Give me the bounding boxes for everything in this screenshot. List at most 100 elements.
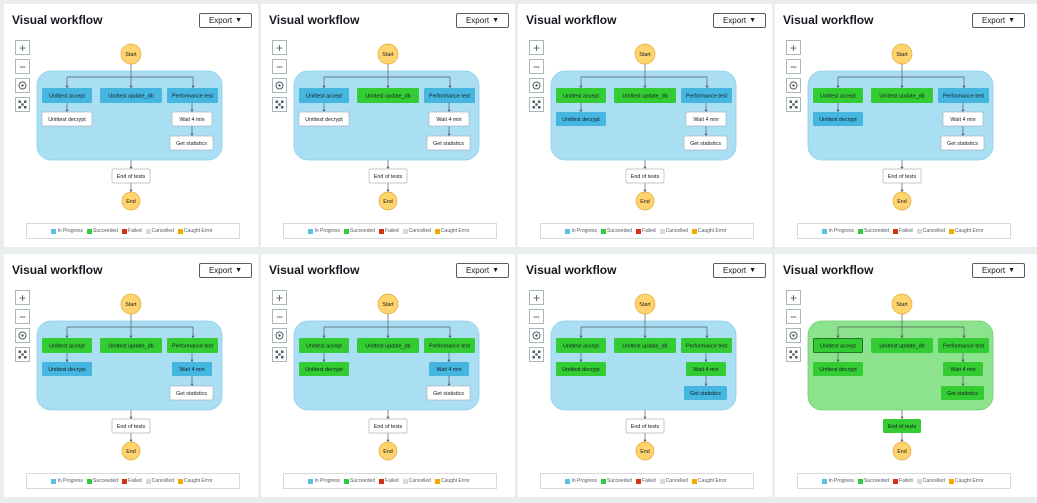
state-unittest-accept[interactable]: Unittest accept: [813, 88, 863, 103]
legend-label: Failed: [642, 478, 656, 484]
state-get-statistics[interactable]: Get statistics: [684, 386, 727, 400]
legend-swatch: [822, 228, 828, 234]
state-end-of-tests[interactable]: End of tests: [883, 419, 921, 433]
state-get-statistics[interactable]: Get statistics: [426, 385, 471, 401]
state-end-of-tests[interactable]: End of tests: [111, 418, 151, 434]
state-label: Unittest update_db: [622, 94, 667, 100]
start-node[interactable]: Start: [377, 293, 399, 315]
state-wait-4-min[interactable]: Wait 4 min: [686, 362, 726, 376]
legend-item: In Progress: [51, 228, 83, 234]
state-performance-test[interactable]: Performance test: [681, 88, 732, 103]
end-node[interactable]: End: [892, 441, 912, 461]
state-unittest-decrypt[interactable]: Unittest decrypt: [813, 362, 863, 376]
legend-item: In Progress: [822, 228, 854, 234]
legend-item: In Progress: [822, 478, 854, 484]
state-label: Unittest decrypt: [305, 117, 343, 123]
legend-item: Caught Error: [948, 478, 984, 484]
end-node[interactable]: End: [378, 191, 398, 211]
state-get-statistics[interactable]: Get statistics: [426, 135, 471, 151]
legend-item: Failed: [122, 478, 142, 484]
state-unittest-accept[interactable]: Unittest accept: [556, 88, 606, 103]
state-label: Wait 4 min: [179, 367, 204, 373]
state-unittest-decrypt[interactable]: Unittest decrypt: [813, 112, 863, 126]
end-label: End: [383, 449, 393, 455]
legend-swatch: [308, 478, 314, 484]
end-node[interactable]: End: [892, 191, 912, 211]
state-label: Unittest update_db: [879, 94, 924, 100]
workflow-graph: Start Unittest accept Unittest update_db Pe…: [293, 293, 480, 461]
state-unittest-update-db[interactable]: Unittest update_db: [614, 338, 676, 353]
start-node[interactable]: Start: [120, 293, 142, 315]
state-unittest-decrypt[interactable]: Unittest decrypt: [298, 111, 350, 127]
state-unittest-update-db[interactable]: Unittest update_db: [100, 338, 162, 353]
state-end-of-tests[interactable]: End of tests: [625, 168, 665, 184]
start-node[interactable]: Start: [120, 43, 142, 65]
end-node[interactable]: End: [635, 191, 655, 211]
state-get-statistics[interactable]: Get statistics: [169, 135, 214, 151]
state-end-of-tests[interactable]: End of tests: [368, 418, 408, 434]
state-unittest-update-db[interactable]: Unittest update_db: [357, 338, 419, 353]
state-label: Performance test: [686, 344, 728, 350]
state-unittest-decrypt[interactable]: Unittest decrypt: [41, 111, 93, 127]
state-get-statistics[interactable]: Get statistics: [683, 135, 728, 151]
state-wait-4-min[interactable]: Wait 4 min: [685, 111, 727, 127]
state-unittest-update-db[interactable]: Unittest update_db: [357, 88, 419, 103]
state-unittest-decrypt[interactable]: Unittest decrypt: [556, 112, 606, 126]
end-node[interactable]: End: [635, 441, 655, 461]
end-node[interactable]: End: [121, 191, 141, 211]
state-performance-test[interactable]: Performance test: [424, 338, 475, 353]
legend-label: Failed: [899, 228, 913, 234]
legend-label: Succeeded: [607, 228, 633, 234]
state-unittest-update-db[interactable]: Unittest update_db: [871, 338, 933, 353]
state-label: Unittest decrypt: [48, 117, 86, 123]
start-label: Start: [125, 302, 137, 308]
start-node[interactable]: Start: [634, 43, 656, 65]
state-wait-4-min[interactable]: Wait 4 min: [943, 362, 983, 376]
state-performance-test[interactable]: Performance test: [681, 338, 732, 353]
state-end-of-tests[interactable]: End of tests: [368, 168, 408, 184]
state-end-of-tests[interactable]: End of tests: [111, 168, 151, 184]
state-unittest-decrypt[interactable]: Unittest decrypt: [42, 362, 92, 376]
state-wait-4-min[interactable]: Wait 4 min: [428, 111, 470, 127]
state-wait-4-min[interactable]: Wait 4 min: [171, 111, 213, 127]
state-wait-4-min[interactable]: Wait 4 min: [942, 111, 984, 127]
state-end-of-tests[interactable]: End of tests: [882, 168, 922, 184]
state-get-statistics[interactable]: Get statistics: [169, 385, 214, 401]
legend-label: Caught Error: [183, 228, 213, 234]
state-get-statistics[interactable]: Get statistics: [940, 135, 985, 151]
state-get-statistics[interactable]: Get statistics: [941, 386, 984, 400]
end-node[interactable]: End: [378, 441, 398, 461]
state-end-of-tests[interactable]: End of tests: [625, 418, 665, 434]
state-unittest-update-db[interactable]: Unittest update_db: [871, 88, 933, 103]
state-unittest-accept[interactable]: Unittest accept: [299, 338, 349, 353]
legend-label: In Progress: [828, 228, 855, 234]
state-unittest-accept[interactable]: Unittest accept: [556, 338, 606, 353]
state-performance-test[interactable]: Performance test: [424, 88, 475, 103]
start-node[interactable]: Start: [634, 293, 656, 315]
legend-label: In Progress: [314, 478, 341, 484]
start-node[interactable]: Start: [891, 43, 913, 65]
legend-item: Succeeded: [858, 228, 889, 234]
state-unittest-accept[interactable]: Unittest accept: [299, 88, 349, 103]
end-node[interactable]: End: [121, 441, 141, 461]
state-unittest-decrypt[interactable]: Unittest decrypt: [556, 362, 606, 376]
legend-label: Failed: [642, 228, 656, 234]
legend-item: In Progress: [565, 478, 597, 484]
start-node[interactable]: Start: [891, 293, 913, 315]
state-unittest-accept[interactable]: Unittest accept: [42, 338, 92, 353]
state-unittest-decrypt[interactable]: Unittest decrypt: [299, 362, 349, 376]
legend-label: In Progress: [57, 228, 84, 234]
state-performance-test[interactable]: Performance test: [938, 88, 989, 103]
state-label: Performance test: [172, 344, 214, 350]
state-unittest-accept[interactable]: Unittest accept: [42, 88, 92, 103]
state-performance-test[interactable]: Performance test: [167, 88, 218, 103]
state-performance-test[interactable]: Performance test: [938, 338, 989, 353]
state-unittest-update-db[interactable]: Unittest update_db: [614, 88, 676, 103]
status-legend: In Progress Succeeded Failed Cancelled Caugh…: [540, 473, 754, 489]
state-wait-4-min[interactable]: Wait 4 min: [429, 362, 469, 376]
state-performance-test[interactable]: Performance test: [167, 338, 218, 353]
start-node[interactable]: Start: [377, 43, 399, 65]
state-unittest-accept[interactable]: Unittest accept: [813, 338, 863, 353]
state-wait-4-min[interactable]: Wait 4 min: [172, 362, 212, 376]
state-unittest-update-db[interactable]: Unittest update_db: [100, 88, 162, 103]
